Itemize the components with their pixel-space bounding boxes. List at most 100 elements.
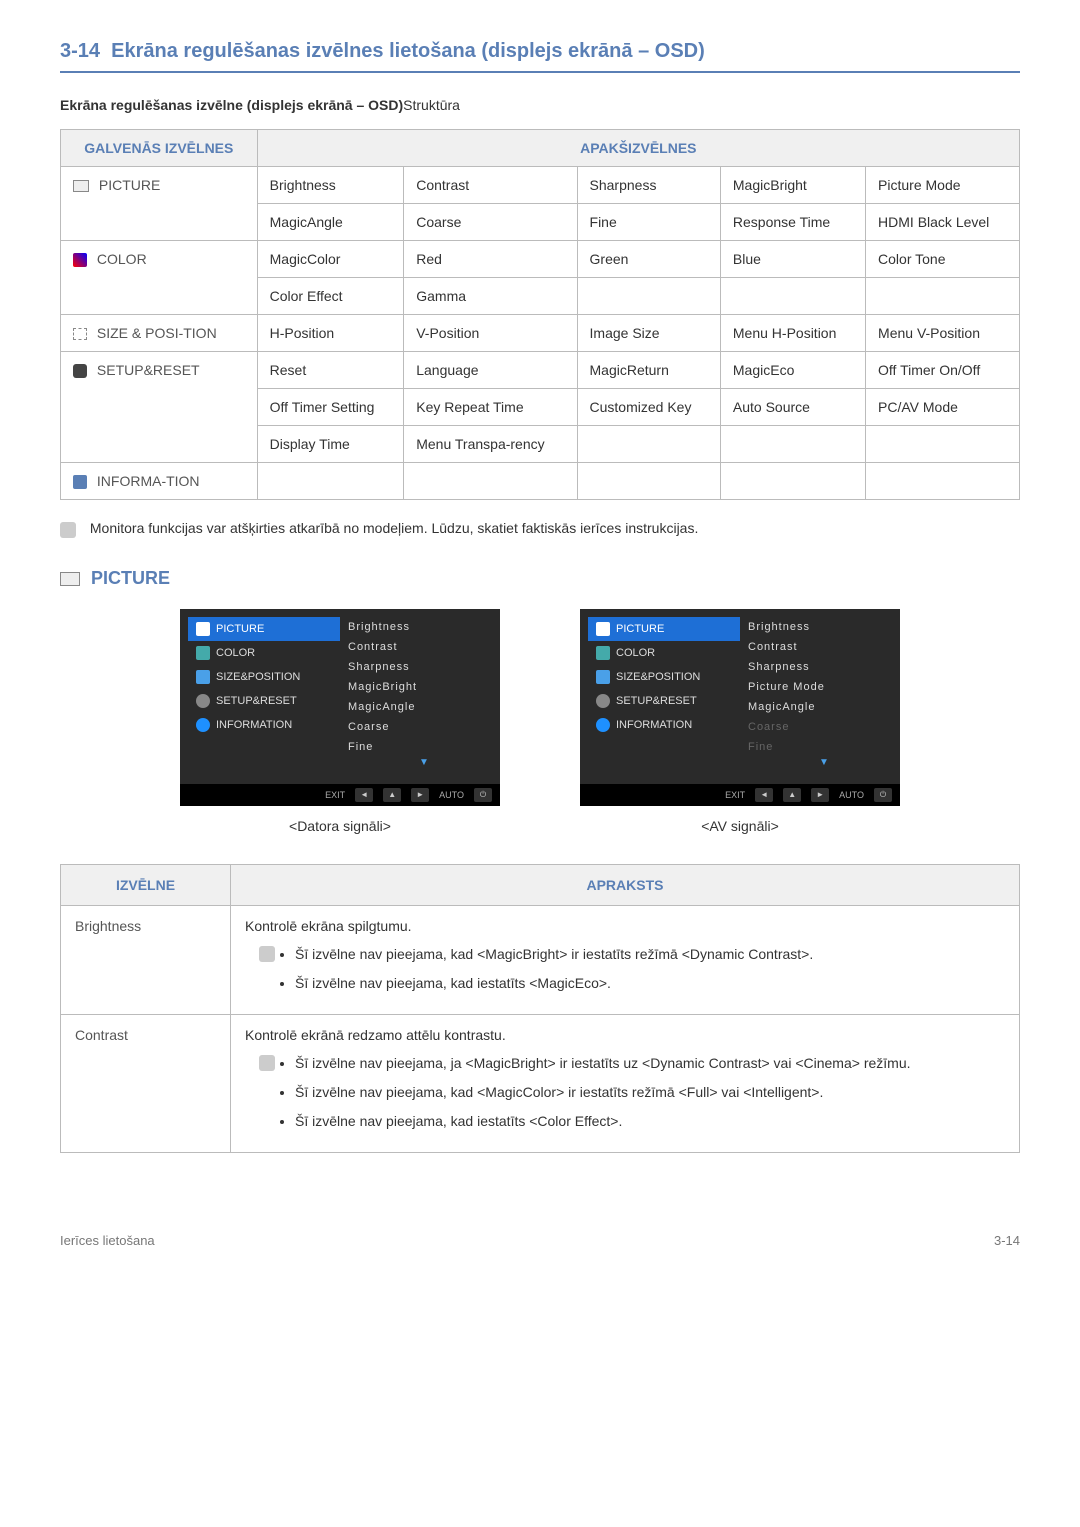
description-table: IZVĒLNE APRAKSTS BrightnessKontrolē ekrā… bbox=[60, 864, 1020, 1153]
page-footer: Ierīces lietošana 3-14 bbox=[60, 1233, 1020, 1248]
menu-icon bbox=[73, 475, 87, 489]
submenu-cell bbox=[720, 278, 865, 315]
submenu-cell: Coarse bbox=[404, 204, 577, 241]
osd-menu-label: SETUP&RESET bbox=[216, 695, 297, 707]
note-icon bbox=[259, 946, 275, 962]
submenu-cell: Menu Transpa-rency bbox=[404, 426, 577, 463]
submenu-cell: HDMI Black Level bbox=[866, 204, 1020, 241]
osd-menu-b: PICTURECOLORSIZE&POSITIONSETUP&RESETINFO… bbox=[580, 609, 900, 806]
osd-block-b: PICTURECOLORSIZE&POSITIONSETUP&RESETINFO… bbox=[580, 609, 900, 834]
main-menu-cell: INFORMA-TION bbox=[61, 463, 258, 500]
submenu-cell bbox=[257, 463, 404, 500]
submenu-cell: V-Position bbox=[404, 315, 577, 352]
osd-auto-label: AUTO bbox=[839, 790, 864, 800]
menu-icon bbox=[73, 253, 87, 267]
osd-option: Contrast bbox=[348, 637, 500, 657]
osd-menu-label: SIZE&POSITION bbox=[616, 671, 700, 683]
submenu-cell: MagicEco bbox=[720, 352, 865, 389]
note-icon bbox=[60, 522, 76, 538]
osd-footer: EXIT ◄ ▲ ► AUTO ⏻ bbox=[580, 784, 900, 806]
osd-menu-icon bbox=[596, 694, 610, 708]
submenu-cell bbox=[866, 278, 1020, 315]
osd-menu-icon bbox=[196, 694, 210, 708]
submenu-cell: Auto Source bbox=[720, 389, 865, 426]
osd-menu-item: SIZE&POSITION bbox=[192, 665, 340, 689]
menu-structure-table: GALVENĀS IZVĒLNES APAKŠIZVĒLNES PICTUREB… bbox=[60, 129, 1020, 500]
osd-nav-icon: ► bbox=[811, 788, 829, 802]
picture-heading-text: PICTURE bbox=[91, 568, 170, 588]
main-menu-cell: PICTURE bbox=[61, 167, 258, 241]
osd-menu-item: COLOR bbox=[192, 641, 340, 665]
osd-nav-icon: ◄ bbox=[755, 788, 773, 802]
osd-auto-label: AUTO bbox=[439, 790, 464, 800]
osd-power-icon: ⏻ bbox=[474, 788, 492, 802]
section-heading: Ekrāna regulēšanas izvēlnes lietošana (d… bbox=[111, 40, 705, 62]
submenu-cell: Gamma bbox=[404, 278, 577, 315]
osd-nav-icon: ◄ bbox=[355, 788, 373, 802]
main-menu-cell: SIZE & POSI-TION bbox=[61, 315, 258, 352]
osd-exit-label: EXIT bbox=[325, 790, 345, 800]
th-desc: APRAKSTS bbox=[231, 864, 1020, 905]
desc-intro: Kontrolē ekrāna spilgtumu. bbox=[245, 918, 1005, 934]
submenu-cell bbox=[577, 463, 720, 500]
subtitle-rest: Struktūra bbox=[403, 97, 460, 113]
osd-menu-item: PICTURE bbox=[188, 617, 340, 641]
submenu-cell: Off Timer Setting bbox=[257, 389, 404, 426]
osd-caption-b: <AV signāli> bbox=[701, 818, 779, 834]
submenu-cell: Fine bbox=[577, 204, 720, 241]
osd-menu-a: PICTURECOLORSIZE&POSITIONSETUP&RESETINFO… bbox=[180, 609, 500, 806]
submenu-cell: Brightness bbox=[257, 167, 404, 204]
submenu-cell bbox=[720, 463, 865, 500]
desc-list-item: Šī izvēlne nav pieejama, kad iestatīts <… bbox=[295, 1111, 1005, 1132]
osd-caption-a: <Datora signāli> bbox=[289, 818, 391, 834]
osd-menu-label: PICTURE bbox=[616, 623, 664, 635]
main-menu-cell: SETUP&RESET bbox=[61, 352, 258, 463]
th-menu: IZVĒLNE bbox=[61, 864, 231, 905]
desc-list-item: Šī izvēlne nav pieejama, kad <MagicColor… bbox=[295, 1082, 1005, 1103]
submenu-cell: Color Effect bbox=[257, 278, 404, 315]
submenu-cell bbox=[404, 463, 577, 500]
submenu-cell: MagicReturn bbox=[577, 352, 720, 389]
osd-option: Contrast bbox=[748, 637, 900, 657]
submenu-cell: Reset bbox=[257, 352, 404, 389]
note-row: Monitora funkcijas var atšķirties atkarī… bbox=[60, 520, 1020, 537]
submenu-cell: Sharpness bbox=[577, 167, 720, 204]
submenu-cell: Off Timer On/Off bbox=[866, 352, 1020, 389]
footer-right: 3-14 bbox=[994, 1233, 1020, 1248]
osd-menu-label: COLOR bbox=[216, 647, 255, 659]
picture-heading: PICTURE bbox=[60, 568, 1020, 589]
submenu-cell: MagicBright bbox=[720, 167, 865, 204]
submenu-cell bbox=[577, 278, 720, 315]
osd-nav-icon: ▲ bbox=[783, 788, 801, 802]
menu-icon bbox=[73, 180, 89, 192]
section-number: 3-14 bbox=[60, 40, 100, 62]
submenu-cell: Language bbox=[404, 352, 577, 389]
osd-menu-item: SIZE&POSITION bbox=[592, 665, 740, 689]
desc-cell: Kontrolē ekrāna spilgtumu. Šī izvēlne nav… bbox=[231, 905, 1020, 1014]
osd-menu-icon bbox=[596, 646, 610, 660]
osd-option: Brightness bbox=[748, 617, 900, 637]
osd-option: Fine bbox=[748, 737, 900, 757]
submenu-cell: Green bbox=[577, 241, 720, 278]
osd-menu-icon bbox=[196, 670, 210, 684]
osd-option: Coarse bbox=[748, 717, 900, 737]
osd-option: MagicAngle bbox=[348, 697, 500, 717]
submenu-cell bbox=[720, 426, 865, 463]
desc-list-item: Šī izvēlne nav pieejama, kad <MagicBrigh… bbox=[295, 944, 1005, 965]
osd-menu-icon bbox=[196, 622, 210, 636]
osd-nav-icon: ► bbox=[411, 788, 429, 802]
menu-icon bbox=[73, 364, 87, 378]
submenu-cell: MagicAngle bbox=[257, 204, 404, 241]
osd-power-icon: ⏻ bbox=[874, 788, 892, 802]
osd-option: Sharpness bbox=[348, 657, 500, 677]
submenu-cell bbox=[577, 426, 720, 463]
osd-menu-label: COLOR bbox=[616, 647, 655, 659]
osd-option: Fine bbox=[348, 737, 500, 757]
osd-menu-icon bbox=[196, 718, 210, 732]
chevron-down-icon: ▼ bbox=[348, 757, 500, 768]
osd-option: Coarse bbox=[348, 717, 500, 737]
desc-menu-name: Brightness bbox=[61, 905, 231, 1014]
submenu-cell: MagicColor bbox=[257, 241, 404, 278]
osd-option: Sharpness bbox=[748, 657, 900, 677]
osd-menu-icon bbox=[196, 646, 210, 660]
